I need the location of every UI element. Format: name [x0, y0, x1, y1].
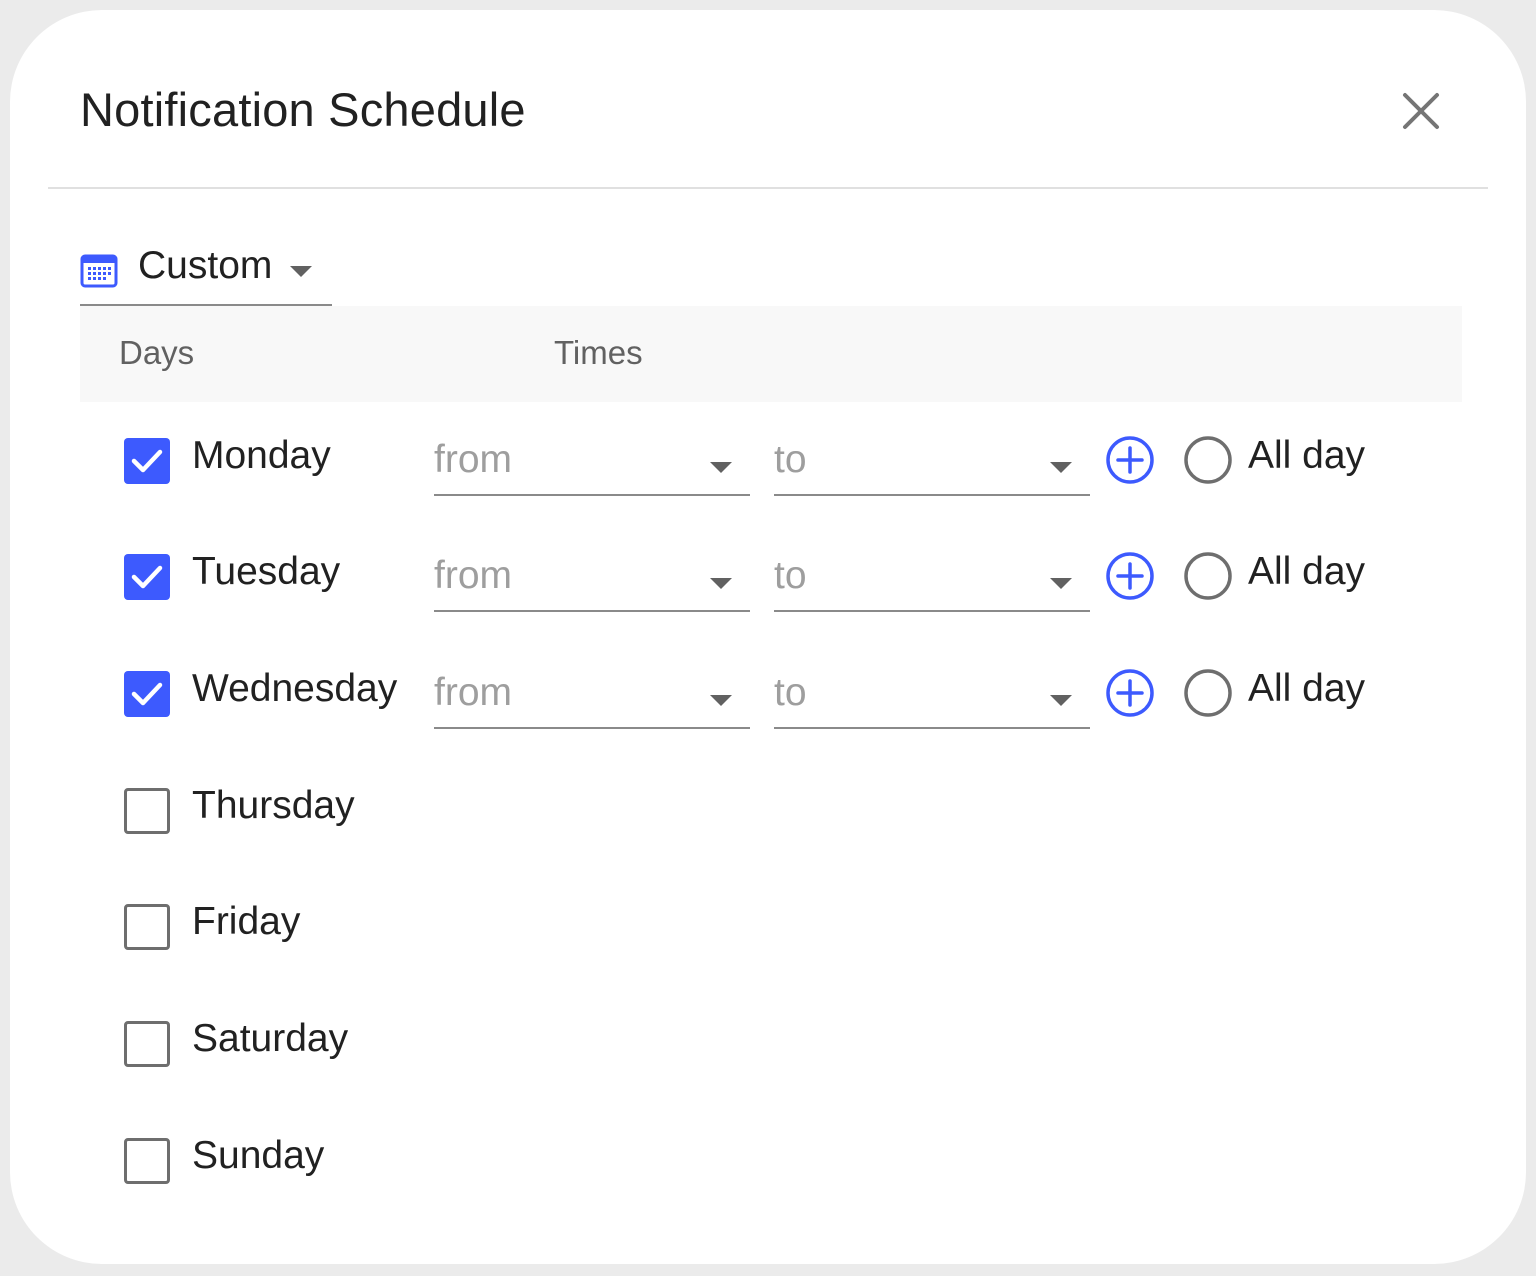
header-divider — [48, 187, 1488, 189]
dialog-title: Notification Schedule — [80, 83, 526, 136]
wednesday-all-day-radio[interactable] — [1182, 667, 1234, 719]
day-row-saturday: Saturday — [10, 991, 1526, 1101]
day-label-wednesday: Wednesday — [192, 667, 398, 710]
check-icon — [131, 682, 163, 706]
schedule-mode-value: Custom — [138, 244, 273, 287]
day-label-friday: Friday — [192, 900, 301, 943]
from-placeholder: from — [434, 671, 512, 714]
radio-unchecked-icon — [1184, 552, 1232, 600]
times-column-header: Times — [554, 334, 643, 371]
chevron-down-icon — [1050, 462, 1072, 473]
close-button[interactable] — [1398, 88, 1444, 134]
thursday-checkbox[interactable] — [124, 788, 170, 834]
chevron-down-icon — [710, 695, 732, 706]
to-placeholder: to — [774, 554, 807, 597]
all-day-label: All day — [1248, 667, 1366, 710]
day-row-monday: Monday from to All day — [10, 408, 1526, 518]
notification-schedule-dialog: Notification Schedule Custom Days Times — [10, 10, 1526, 1264]
day-label-saturday: Saturday — [192, 1017, 349, 1060]
monday-checkbox[interactable] — [124, 438, 170, 484]
radio-unchecked-icon — [1184, 436, 1232, 484]
day-label-monday: Monday — [192, 434, 331, 477]
all-day-label: All day — [1248, 434, 1366, 477]
saturday-checkbox[interactable] — [124, 1021, 170, 1067]
tuesday-checkbox[interactable] — [124, 554, 170, 600]
day-row-thursday: Thursday — [10, 758, 1526, 868]
check-icon — [131, 565, 163, 589]
day-label-thursday: Thursday — [192, 784, 355, 827]
add-circle-icon — [1106, 436, 1154, 484]
day-row-tuesday: Tuesday from to All day — [10, 524, 1526, 634]
check-icon — [131, 449, 163, 473]
from-placeholder: from — [434, 438, 512, 481]
close-icon — [1403, 93, 1439, 129]
tuesday-all-day-radio[interactable] — [1182, 550, 1234, 602]
radio-unchecked-icon — [1184, 669, 1232, 717]
tuesday-from-select[interactable]: from — [434, 542, 750, 612]
tuesday-add-time-button[interactable] — [1104, 550, 1156, 602]
monday-add-time-button[interactable] — [1104, 434, 1156, 486]
day-label-sunday: Sunday — [192, 1134, 325, 1177]
wednesday-checkbox[interactable] — [124, 671, 170, 717]
day-row-friday: Friday — [10, 874, 1526, 984]
friday-checkbox[interactable] — [124, 904, 170, 950]
chevron-down-icon — [710, 578, 732, 589]
schedule-table-header: Days Times — [80, 306, 1462, 402]
day-row-wednesday: Wednesday from to All day — [10, 641, 1526, 751]
days-column-header: Days — [119, 334, 195, 371]
sunday-checkbox[interactable] — [124, 1138, 170, 1184]
to-placeholder: to — [774, 438, 807, 481]
wednesday-add-time-button[interactable] — [1104, 667, 1156, 719]
chevron-down-icon — [710, 462, 732, 473]
add-circle-icon — [1106, 552, 1154, 600]
wednesday-from-select[interactable]: from — [434, 659, 750, 729]
day-label-tuesday: Tuesday — [192, 550, 341, 593]
day-row-sunday: Sunday — [10, 1108, 1526, 1218]
chevron-down-icon — [1050, 578, 1072, 589]
schedule-mode-dropdown[interactable]: Custom — [80, 240, 332, 306]
calendar-icon — [80, 254, 118, 288]
from-placeholder: from — [434, 554, 512, 597]
monday-to-select[interactable]: to — [774, 426, 1090, 496]
chevron-down-icon — [290, 266, 312, 277]
monday-from-select[interactable]: from — [434, 426, 750, 496]
tuesday-to-select[interactable]: to — [774, 542, 1090, 612]
add-circle-icon — [1106, 669, 1154, 717]
wednesday-to-select[interactable]: to — [774, 659, 1090, 729]
all-day-label: All day — [1248, 550, 1366, 593]
to-placeholder: to — [774, 671, 807, 714]
monday-all-day-radio[interactable] — [1182, 434, 1234, 486]
chevron-down-icon — [1050, 695, 1072, 706]
